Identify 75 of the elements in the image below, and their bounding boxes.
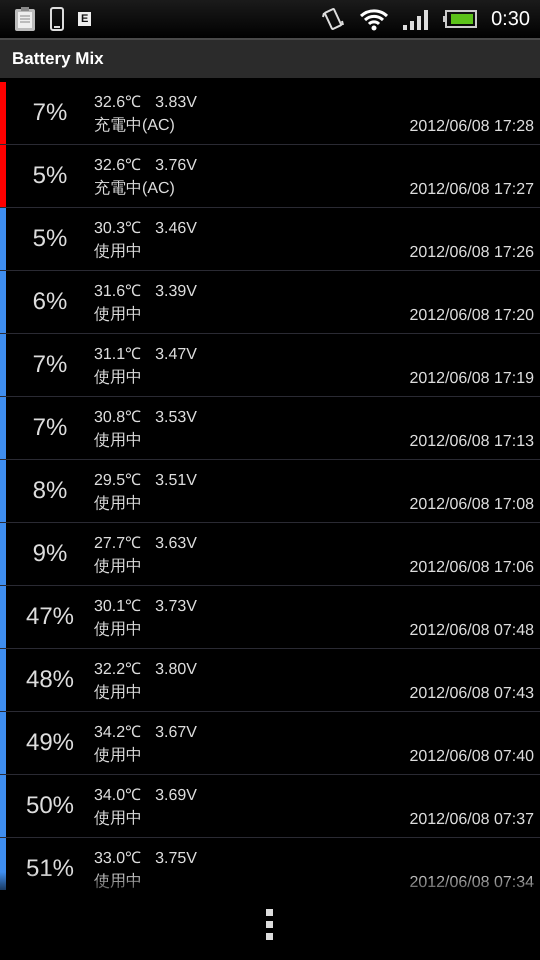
charge-state: 使用中 — [94, 430, 143, 451]
battery-percent: 9% — [32, 540, 68, 568]
voltage: 3.39V — [155, 283, 197, 301]
temperature: 32.6℃ — [94, 156, 142, 175]
record-time: 2012/06/08 17:28 — [409, 118, 534, 136]
voltage: 3.63V — [155, 535, 197, 553]
battery-percent: 51% — [24, 855, 76, 883]
app-title: Battery Mix — [12, 49, 104, 69]
battery-icon — [443, 10, 478, 28]
signal-icon — [403, 8, 430, 30]
temperature: 30.1℃ — [94, 597, 142, 616]
voltage: 3.75V — [155, 850, 197, 868]
record-time: 2012/06/08 17:19 — [409, 370, 534, 388]
voltage: 3.46V — [155, 220, 197, 238]
battery-percent: 5% — [32, 162, 68, 190]
temperature: 30.8℃ — [94, 408, 142, 427]
record-time: 2012/06/08 17:27 — [409, 181, 534, 199]
temperature: 33.0℃ — [94, 849, 142, 868]
vibrate-icon — [321, 7, 346, 31]
temperature: 32.6℃ — [94, 93, 142, 112]
charge-state: 充電中(AC) — [94, 178, 176, 199]
record-time: 2012/06/08 07:34 — [409, 874, 534, 890]
charge-state: 使用中 — [94, 620, 143, 640]
battery-percent: 7% — [32, 414, 68, 442]
record-time: 2012/06/08 17:06 — [409, 559, 534, 577]
battery-percent: 47% — [24, 603, 76, 631]
voltage: 3.73V — [155, 598, 197, 616]
charge-state: 使用中 — [94, 682, 143, 703]
temperature: 30.3℃ — [94, 219, 142, 238]
charge-state: 使用中 — [94, 304, 143, 325]
record-time: 2012/06/08 07:37 — [409, 811, 534, 829]
charge-state: 使用中 — [94, 368, 143, 388]
record-time: 2012/06/08 17:20 — [409, 307, 534, 325]
charge-state: 使用中 — [94, 872, 143, 890]
voltage: 3.51V — [155, 472, 197, 490]
voltage: 3.83V — [155, 94, 197, 112]
phone-icon — [50, 7, 64, 31]
record-time: 2012/06/08 07:43 — [409, 685, 534, 703]
record-time: 2012/06/08 17:13 — [409, 433, 534, 451]
charge-state: 使用中 — [94, 556, 143, 577]
record-time: 2012/06/08 17:26 — [409, 244, 534, 262]
temperature: 27.7℃ — [94, 534, 142, 553]
voltage: 3.53V — [155, 409, 197, 427]
record-time: 2012/06/08 17:08 — [409, 496, 534, 514]
battery-percent: 8% — [32, 477, 68, 505]
charge-state: 充電中(AC) — [94, 116, 176, 136]
temperature: 29.5℃ — [94, 471, 142, 490]
charge-state: 使用中 — [94, 494, 143, 514]
record-time: 2012/06/08 07:48 — [409, 622, 534, 640]
battery-percent: 50% — [24, 792, 76, 820]
record-time: 2012/06/08 07:40 — [409, 748, 534, 766]
battery-percent: 7% — [32, 351, 68, 379]
voltage: 3.69V — [155, 787, 197, 805]
battery-percent: 48% — [24, 666, 76, 694]
temperature: 31.1℃ — [94, 345, 142, 364]
clipboard-icon — [14, 6, 36, 32]
battery-percent: 6% — [32, 288, 68, 316]
menu-icon — [266, 909, 274, 941]
temperature: 34.0℃ — [94, 786, 142, 805]
wifi-icon — [359, 7, 390, 31]
charge-state: 使用中 — [94, 746, 143, 766]
clock-time: 0:30 — [491, 8, 530, 30]
charge-state: 使用中 — [94, 808, 143, 829]
battery-percent: 7% — [32, 99, 68, 127]
temperature: 31.6℃ — [94, 282, 142, 301]
voltage: 3.47V — [155, 346, 197, 364]
voltage: 3.67V — [155, 724, 197, 742]
charge-state: 使用中 — [94, 242, 143, 262]
voltage: 3.80V — [155, 661, 197, 679]
battery-percent: 49% — [24, 729, 76, 757]
temperature: 34.2℃ — [94, 723, 142, 742]
notification-badge: E — [78, 12, 92, 26]
voltage: 3.76V — [155, 157, 197, 175]
temperature: 32.2℃ — [94, 660, 142, 679]
battery-percent: 5% — [32, 225, 68, 253]
